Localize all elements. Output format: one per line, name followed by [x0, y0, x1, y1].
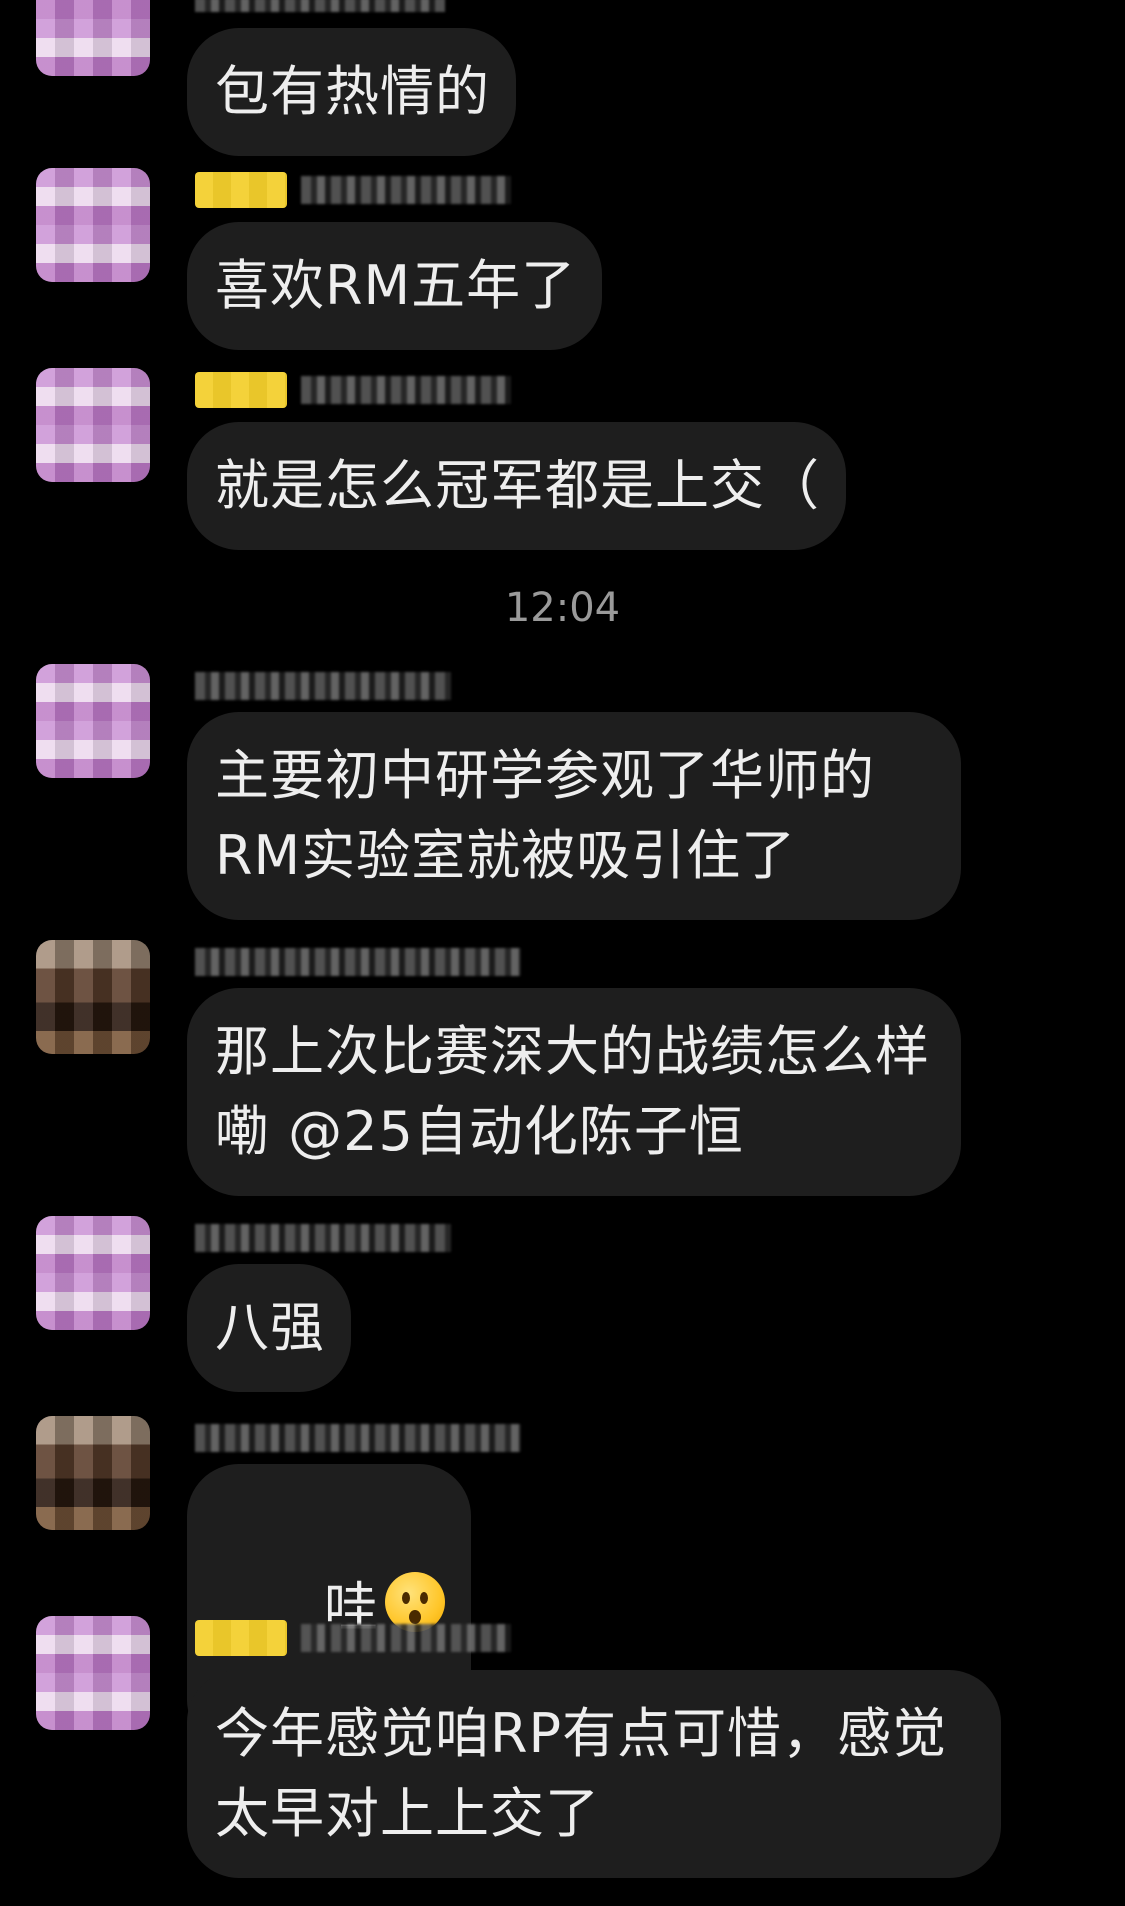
avatar[interactable]: [36, 1616, 150, 1730]
avatar[interactable]: [36, 368, 150, 482]
avatar[interactable]: [36, 664, 150, 778]
member-badge: [195, 172, 287, 208]
timestamp-divider: 12:04: [504, 585, 621, 631]
message-row: 八强: [0, 1216, 1125, 1416]
message-bubble[interactable]: 包有热情的: [187, 28, 516, 156]
message-bubble[interactable]: 就是怎么冠军都是上交（: [187, 422, 846, 550]
message-row: 哇: [0, 1416, 1125, 1752]
message-row: 喜欢RM五年了: [0, 168, 1125, 368]
sender-name-redacted: [195, 940, 1125, 984]
message-row: 就是怎么冠军都是上交（: [0, 368, 1125, 568]
message-row: 今年感觉咱RP有点可惜，感觉太早对上上交了: [0, 1616, 1125, 1906]
sender-name-redacted: [195, 1416, 1125, 1460]
avatar[interactable]: [36, 940, 150, 1054]
member-badge: [195, 1620, 287, 1656]
avatar[interactable]: [36, 1416, 150, 1530]
message-bubble[interactable]: 八强: [187, 1264, 351, 1392]
avatar[interactable]: [36, 0, 150, 76]
message-bubble[interactable]: 那上次比赛深大的战绩怎么样嘞 @25自动化陈子恒: [187, 988, 961, 1196]
sender-name-redacted: [195, 168, 1125, 212]
sender-name-redacted: [195, 368, 1125, 412]
avatar[interactable]: [36, 1216, 150, 1330]
message-bubble[interactable]: 主要初中研学参观了华师的RM实验室就被吸引住了: [187, 712, 961, 920]
message-row: 主要初中研学参观了华师的RM实验室就被吸引住了: [0, 664, 1125, 940]
member-badge: [195, 372, 287, 408]
sender-name-redacted: [195, 0, 1125, 18]
sender-name-redacted: [195, 1616, 1125, 1660]
message-bubble[interactable]: 喜欢RM五年了: [187, 222, 603, 350]
message-row: 那上次比赛深大的战绩怎么样嘞 @25自动化陈子恒: [0, 940, 1125, 1216]
message-row: 包有热情的: [0, 0, 1125, 182]
chat-message-list[interactable]: 包有热情的 喜欢RM五年了 就是怎么冠军都是上交（ 12:04 主要初中研学参观…: [0, 0, 1125, 1906]
avatar[interactable]: [36, 168, 150, 282]
message-bubble[interactable]: 今年感觉咱RP有点可惜，感觉太早对上上交了: [187, 1670, 1001, 1878]
sender-name-redacted: [195, 1216, 1125, 1260]
sender-name-redacted: [195, 664, 1125, 708]
